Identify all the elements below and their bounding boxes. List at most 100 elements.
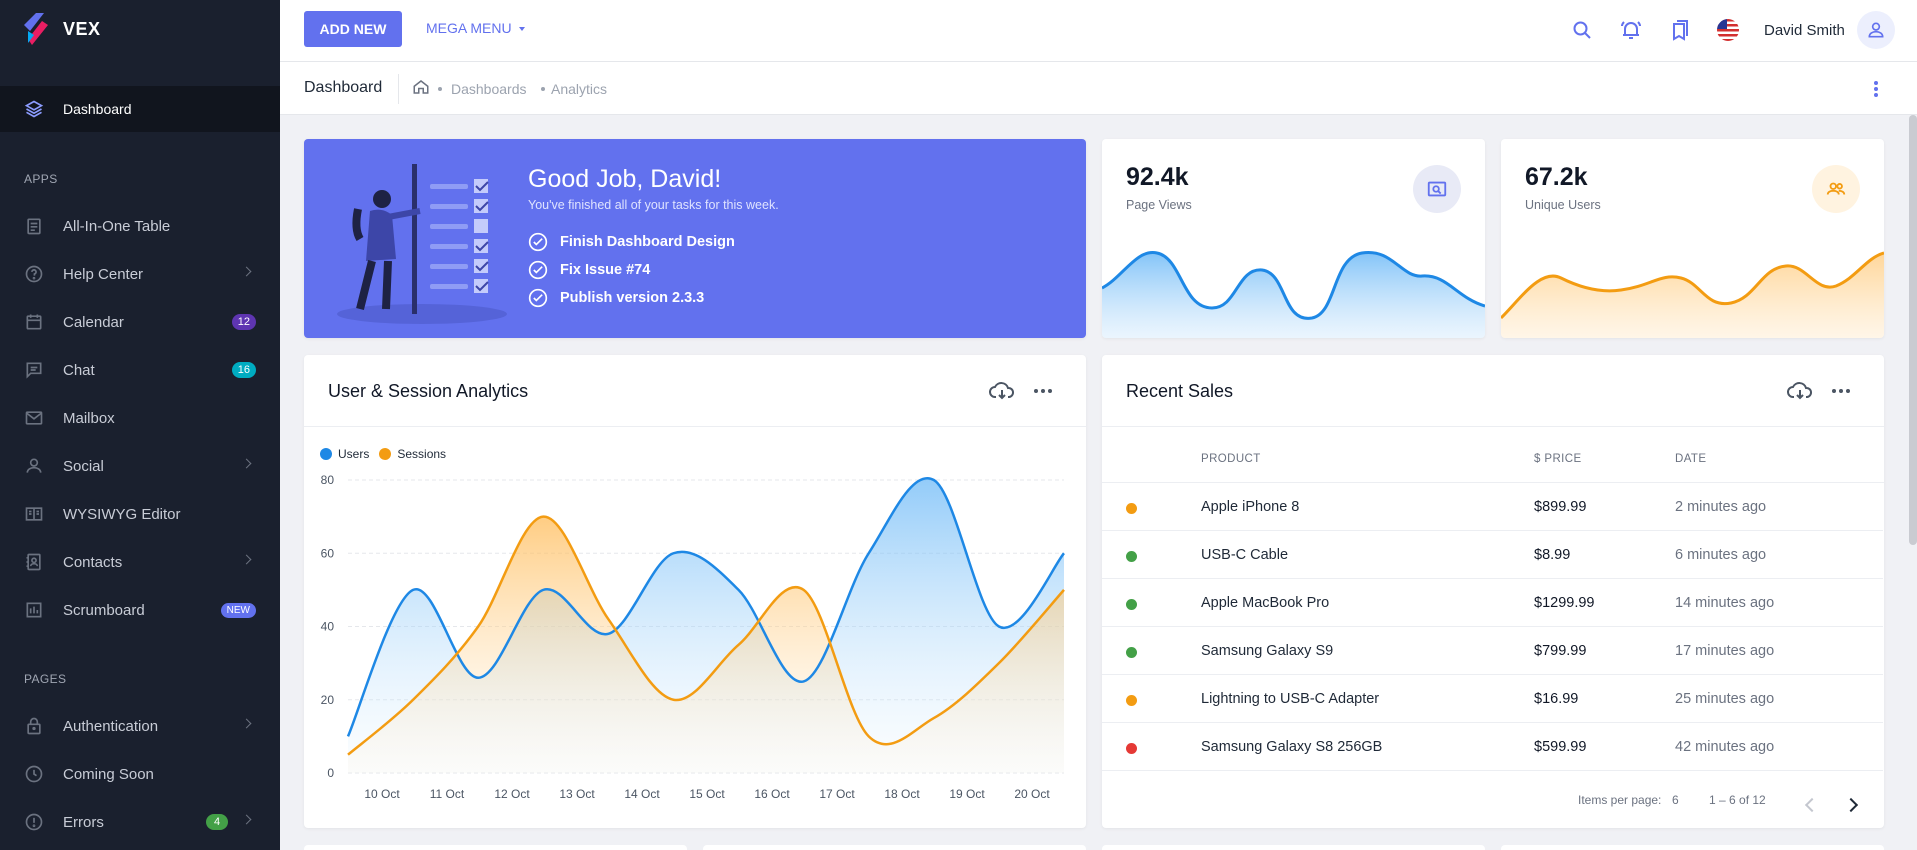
sidebar-item-errors[interactable]: Errors 4 — [0, 800, 280, 844]
more-vertical-icon[interactable] — [1873, 80, 1879, 98]
task-label: Publish version 2.3.3 — [560, 290, 705, 306]
notifications-icon[interactable] — [1619, 18, 1643, 42]
sidebar-item-social[interactable]: Social — [0, 444, 280, 488]
analytics-chart: 0 20 40 60 80 10 Oct 11 Oct 12 Oct 13 Oct 14 Oct 1… — [321, 473, 1065, 801]
status-dot — [1126, 743, 1137, 754]
sidebar-item-label: Help Center — [63, 265, 144, 283]
card-stub — [703, 845, 1086, 850]
help-icon — [25, 265, 43, 283]
sidebar-item-mailbox[interactable]: Mailbox — [0, 396, 280, 440]
y-tick-label: 20 — [321, 693, 335, 707]
card-stub — [1102, 845, 1485, 850]
sidebar-item-scrumboard[interactable]: Scrumboard NEW — [0, 588, 280, 632]
sidebar-item-label: Mailbox — [63, 409, 115, 427]
table-row[interactable]: Lightning to USB-C Adapter $16.99 25 minut… — [1102, 675, 1883, 723]
us-flag-icon[interactable] — [1716, 18, 1740, 42]
cloud-download-icon[interactable] — [989, 379, 1015, 403]
product-cell: Apple iPhone 8 — [1201, 499, 1300, 515]
task-item: Publish version 2.3.3 — [528, 288, 704, 308]
errors-badge: 4 — [206, 814, 228, 830]
card-title: Recent Sales — [1126, 381, 1234, 401]
sidebar-item-authentication[interactable]: Authentication — [0, 704, 280, 748]
product-cell: USB-C Cable — [1201, 547, 1289, 563]
x-tick-label: 15 Oct — [689, 787, 725, 801]
analytics-card: User & Session Analytics Users Sessions … — [304, 355, 1086, 828]
items-per-page-select[interactable]: 6 — [1672, 793, 1679, 807]
bookmarks-icon[interactable] — [1667, 18, 1691, 42]
sidebar-item-label: WYSIWYG Editor — [63, 505, 181, 523]
breadcrumb-analytics[interactable]: Analytics — [551, 81, 607, 97]
add-new-button[interactable]: ADD NEW — [304, 11, 402, 47]
sidebar-item-label: Contacts — [63, 553, 123, 571]
date-cell: 14 minutes ago — [1675, 595, 1775, 611]
card-title: User & Session Analytics — [328, 381, 529, 401]
mail-icon — [25, 411, 43, 425]
card-header: Recent Sales — [1102, 355, 1884, 427]
sidebar-item-contacts[interactable]: Contacts — [0, 540, 280, 584]
avatar[interactable] — [1857, 11, 1895, 49]
page-scrollbar[interactable] — [1909, 115, 1917, 545]
stat-value: 92.4k — [1126, 163, 1189, 191]
breadcrumb-dashboards[interactable]: Dashboards — [451, 81, 527, 97]
sidebar-item-dashboard[interactable]: Dashboard — [0, 86, 280, 132]
chevron-right-icon — [241, 718, 252, 729]
column-header-product[interactable]: PRODUCT — [1201, 453, 1261, 465]
previous-page-icon[interactable] — [1804, 797, 1820, 813]
y-tick-label: 60 — [321, 546, 335, 560]
product-cell: Lightning to USB-C Adapter — [1201, 691, 1380, 707]
more-horizontal-icon[interactable] — [1828, 379, 1854, 403]
card-stub — [1501, 845, 1884, 850]
table-row[interactable]: Samsung Galaxy S8 256GB $599.99 42 minutes… — [1102, 723, 1883, 771]
table-row[interactable]: Apple MacBook Pro $1299.99 14 minutes ago — [1102, 579, 1883, 627]
column-header-price[interactable]: $ PRICE — [1534, 453, 1582, 465]
card-header: User & Session Analytics — [304, 355, 1086, 427]
table-row[interactable]: USB-C Cable $8.99 6 minutes ago — [1102, 531, 1883, 579]
stat-value: 67.2k — [1525, 163, 1588, 191]
price-cell: $599.99 — [1534, 739, 1587, 755]
breadcrumb-dot — [541, 87, 545, 91]
check-circle-icon — [528, 260, 548, 280]
caret-down-icon — [518, 27, 525, 32]
sidebar-item-label: Social — [63, 457, 104, 475]
more-horizontal-icon[interactable] — [1030, 379, 1056, 403]
user-name[interactable]: David Smith — [1764, 22, 1845, 39]
unique-users-card: 67.2k Unique Users — [1501, 139, 1884, 338]
tasks-illustration — [337, 164, 507, 324]
page-views-icon-wrap — [1413, 165, 1461, 213]
person-icon — [26, 458, 42, 473]
status-dot — [1126, 551, 1137, 562]
sidebar-item-all-in-one-table[interactable]: All-In-One Table — [0, 204, 280, 248]
x-tick-label: 10 Oct — [364, 787, 400, 801]
price-cell: $16.99 — [1534, 691, 1579, 707]
greeting-title: Good Job, David! — [528, 165, 722, 193]
table-row[interactable]: Apple iPhone 8 $899.99 2 minutes ago — [1102, 483, 1883, 531]
chevron-right-icon — [241, 458, 252, 469]
check-circle-icon — [528, 288, 548, 308]
topbar: ADD NEW MEGA MENU David Smith — [280, 0, 1917, 62]
sidebar-item-coming-soon[interactable]: Coming Soon — [0, 752, 280, 796]
date-cell: 17 minutes ago — [1675, 643, 1775, 659]
brand[interactable]: VEX — [0, 0, 280, 58]
table-row[interactable]: Samsung Galaxy S9 $799.99 17 minutes ago — [1102, 627, 1883, 675]
breadcrumb-dot — [438, 87, 442, 91]
sidebar-item-chat[interactable]: Chat 16 — [0, 348, 280, 392]
sidebar-item-label: Dashboard — [63, 101, 132, 117]
column-header-date[interactable]: DATE — [1675, 453, 1706, 465]
next-page-icon[interactable] — [1843, 797, 1859, 813]
mega-menu-button[interactable]: MEGA MENU — [426, 20, 525, 36]
sidebar-item-calendar[interactable]: Calendar 12 — [0, 300, 280, 344]
sidebar-item-label: All-In-One Table — [63, 217, 171, 235]
sidebar-item-label: Authentication — [63, 717, 159, 735]
chat-icon — [26, 362, 42, 379]
sidebar-item-help-center[interactable]: Help Center — [0, 252, 280, 296]
lock-icon — [27, 717, 41, 735]
home-icon[interactable] — [412, 78, 430, 96]
sidebar-item-wysiwyg-editor[interactable]: WYSIWYG Editor — [0, 492, 280, 536]
search-icon[interactable] — [1570, 18, 1594, 42]
x-tick-label: 19 Oct — [949, 787, 985, 801]
sidebar: VEX Dashboard APPS All-In-One Table Help… — [0, 0, 280, 850]
x-tick-label: 13 Oct — [559, 787, 595, 801]
chevron-right-icon — [241, 266, 252, 277]
task-item: Fix Issue #74 — [528, 260, 650, 280]
cloud-download-icon[interactable] — [1787, 379, 1813, 403]
